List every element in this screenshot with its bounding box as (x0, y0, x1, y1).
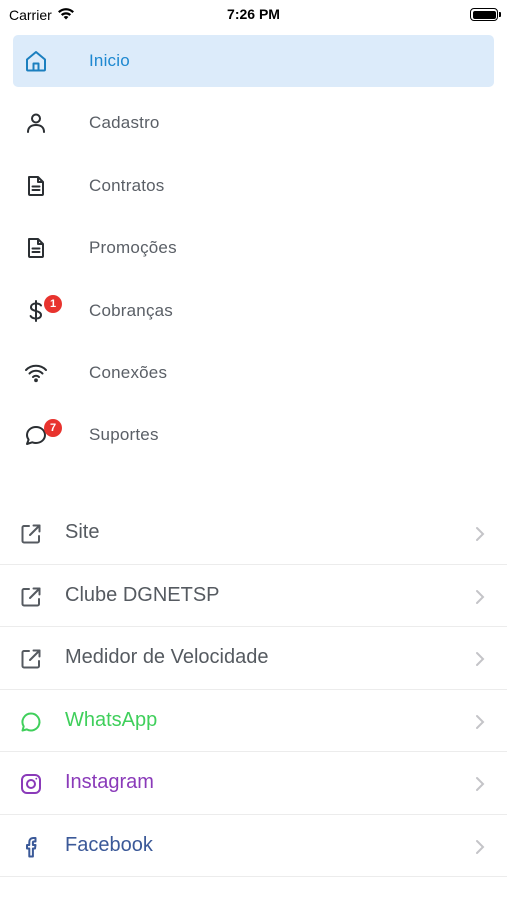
link-row-whatsapp[interactable]: WhatsApp (0, 690, 507, 752)
menu-item-label: Promoções (89, 238, 177, 258)
chevron-right-icon (475, 651, 485, 667)
menu-item-inicio[interactable]: Inicio (13, 35, 494, 87)
external-links-list: Site Clube DGNETSP Medidor de Velocidade… (0, 502, 507, 877)
menu-item-promocoes[interactable]: Promoções (13, 222, 494, 274)
menu-item-label: Suportes (89, 425, 159, 445)
status-bar: Carrier 7:26 PM (0, 0, 507, 30)
link-label: Clube DGNETSP (65, 583, 220, 606)
link-row-medidor-velocidade[interactable]: Medidor de Velocidade (0, 627, 507, 690)
menu-item-contratos[interactable]: Contratos (13, 160, 494, 212)
side-menu: Inicio Cadastro Contratos Promoções 1 Co… (0, 35, 507, 461)
menu-item-cobrancas[interactable]: 1 Cobranças (13, 285, 494, 337)
instagram-icon (19, 772, 43, 796)
link-label: Instagram (65, 771, 154, 794)
link-label: Facebook (65, 833, 153, 856)
person-icon (24, 111, 48, 135)
chevron-right-icon (475, 526, 485, 542)
document-icon (24, 174, 48, 198)
battery-icon (470, 8, 501, 21)
menu-item-label: Contratos (89, 175, 165, 195)
home-icon (24, 49, 48, 73)
document-icon (24, 236, 48, 260)
menu-item-conexoes[interactable]: Conexões (13, 347, 494, 399)
menu-item-cadastro[interactable]: Cadastro (13, 97, 494, 149)
facebook-icon (19, 835, 43, 859)
whatsapp-icon (19, 710, 43, 734)
external-link-icon (19, 585, 43, 609)
link-label: WhatsApp (65, 708, 158, 731)
menu-item-label: Cadastro (89, 113, 160, 133)
link-label: Site (65, 521, 100, 544)
notification-badge: 7 (44, 419, 62, 438)
menu-item-label: Conexões (89, 362, 168, 382)
link-row-clube-dgnetsp[interactable]: Clube DGNETSP (0, 565, 507, 627)
menu-item-label: Inicio (89, 51, 130, 70)
chevron-right-icon (475, 589, 485, 605)
wifi-icon (24, 361, 48, 385)
link-row-facebook[interactable]: Facebook (0, 815, 507, 877)
link-row-site[interactable]: Site (0, 502, 507, 565)
link-row-instagram[interactable]: Instagram (0, 752, 507, 815)
chevron-right-icon (475, 839, 485, 855)
menu-item-suportes[interactable]: 7 Suportes (13, 409, 494, 461)
notification-badge: 1 (44, 294, 62, 313)
chevron-right-icon (475, 714, 485, 730)
external-link-icon (19, 522, 43, 546)
status-time: 7:26 PM (227, 6, 280, 22)
external-link-icon (19, 647, 43, 671)
chevron-right-icon (475, 776, 485, 792)
link-label: Medidor de Velocidade (65, 646, 269, 669)
menu-item-label: Cobranças (89, 300, 174, 320)
